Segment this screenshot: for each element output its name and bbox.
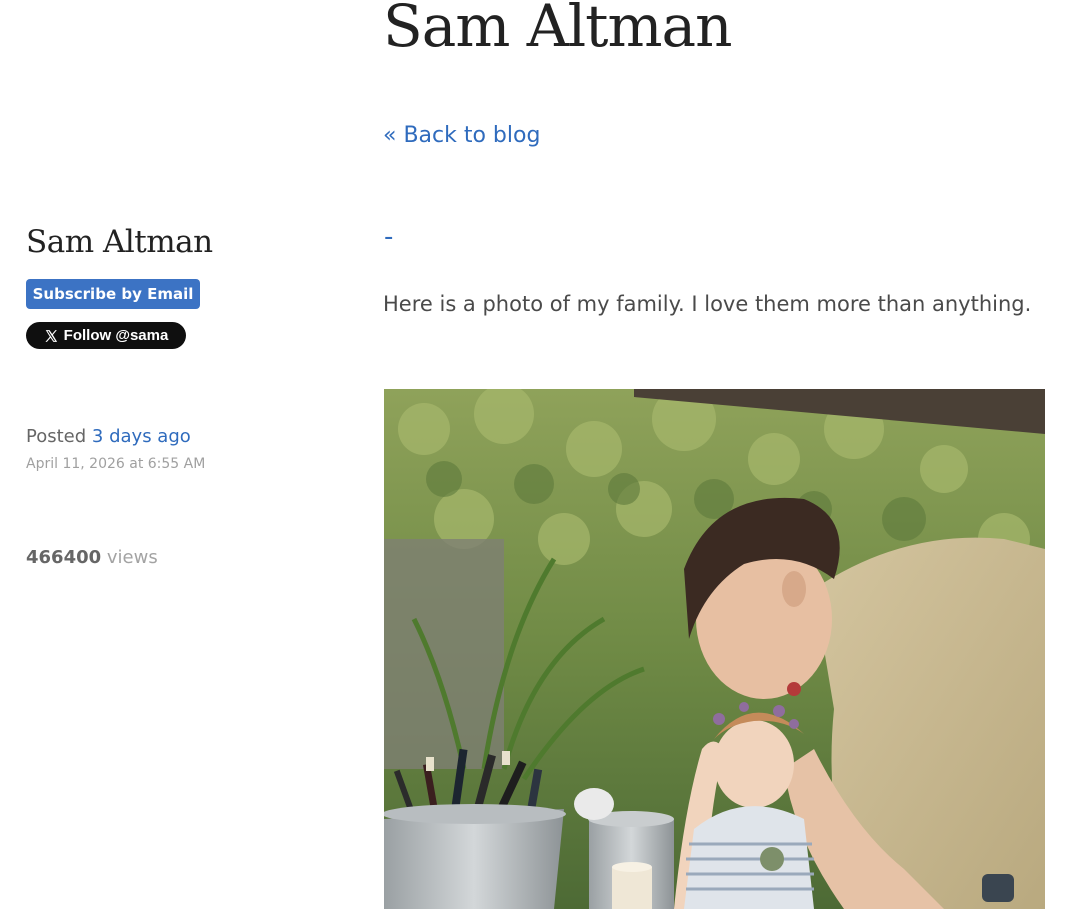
family-photo	[384, 389, 1045, 909]
follow-label: Follow @sama	[63, 327, 169, 344]
sidebar-author-name[interactable]: Sam Altman	[26, 224, 213, 260]
photo-illustration	[384, 389, 1045, 909]
post-title-link[interactable]: -	[384, 222, 393, 252]
posted-relative-link[interactable]: 3 days ago	[92, 426, 191, 447]
posted-date: April 11, 2026 at 6:55 AM	[26, 456, 206, 472]
views-number: 466400	[26, 547, 102, 568]
follow-on-x-button[interactable]: Follow @sama	[26, 322, 186, 349]
subscribe-by-email-button[interactable]: Subscribe by Email	[26, 279, 200, 309]
post-body-text: Here is a photo of my family. I love the…	[383, 292, 1032, 316]
x-logo-icon	[45, 329, 57, 342]
posted-line: Posted 3 days ago	[26, 426, 191, 447]
blog-title[interactable]: Sam Altman	[383, 0, 732, 60]
posted-prefix: Posted	[26, 426, 87, 447]
views-suffix: views	[106, 547, 158, 568]
back-to-blog-link[interactable]: « Back to blog	[383, 123, 540, 148]
view-count: 466400 views	[26, 547, 158, 568]
